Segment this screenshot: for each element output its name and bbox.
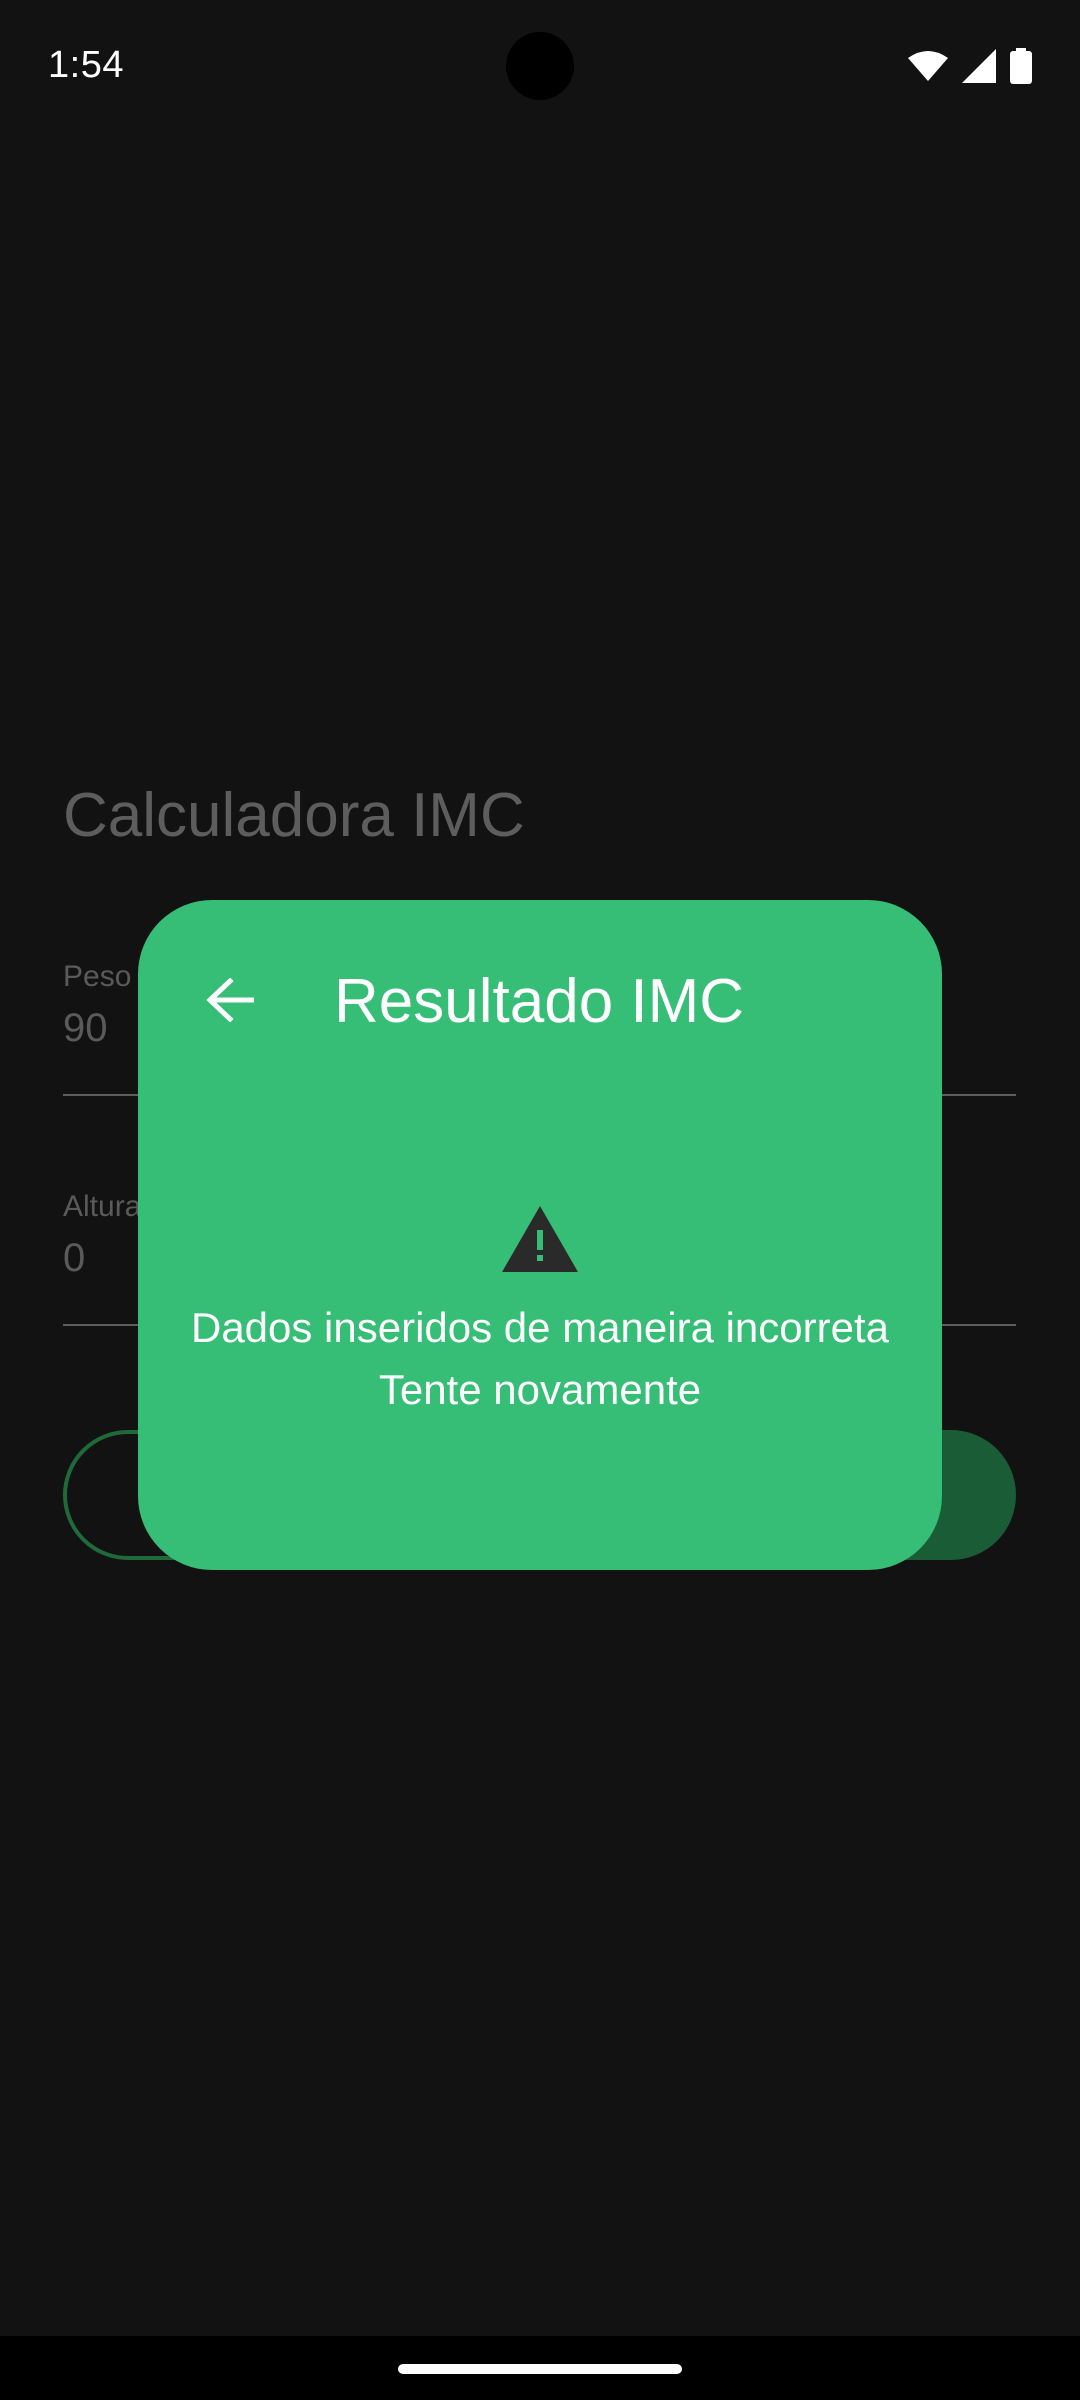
wifi-icon xyxy=(908,50,948,87)
status-time: 1:54 xyxy=(48,44,124,86)
warning-icon xyxy=(502,1206,578,1272)
height-field-value: 0 xyxy=(63,1236,86,1280)
dialog-message-line1: Dados inseridos de maneira incorreta xyxy=(190,1304,890,1351)
status-bar: 1:54 xyxy=(0,0,1080,136)
screen: 1:54 Calculadora IMC Peso 90 Altura 0 Re… xyxy=(0,0,1080,2400)
battery-icon xyxy=(1010,48,1032,89)
height-field-label: Altura xyxy=(63,1190,142,1223)
weight-field-value: 90 xyxy=(63,1006,108,1050)
status-icons xyxy=(908,48,1032,89)
weight-field-label: Peso xyxy=(63,960,132,993)
dialog-title: Resultado IMC xyxy=(334,967,745,1036)
dialog-message-line2: Tente novamente xyxy=(378,1366,702,1413)
home-indicator[interactable] xyxy=(398,2364,682,2374)
arrow-back-icon xyxy=(206,978,254,1022)
back-button[interactable] xyxy=(200,970,260,1030)
page-title: Calculadora IMC xyxy=(63,781,525,850)
camera-cutout xyxy=(506,32,574,100)
result-dialog: Resultado IMC Dados inseridos de maneira… xyxy=(138,900,942,1570)
nav-bar xyxy=(0,2336,1080,2400)
signal-icon xyxy=(962,49,996,88)
